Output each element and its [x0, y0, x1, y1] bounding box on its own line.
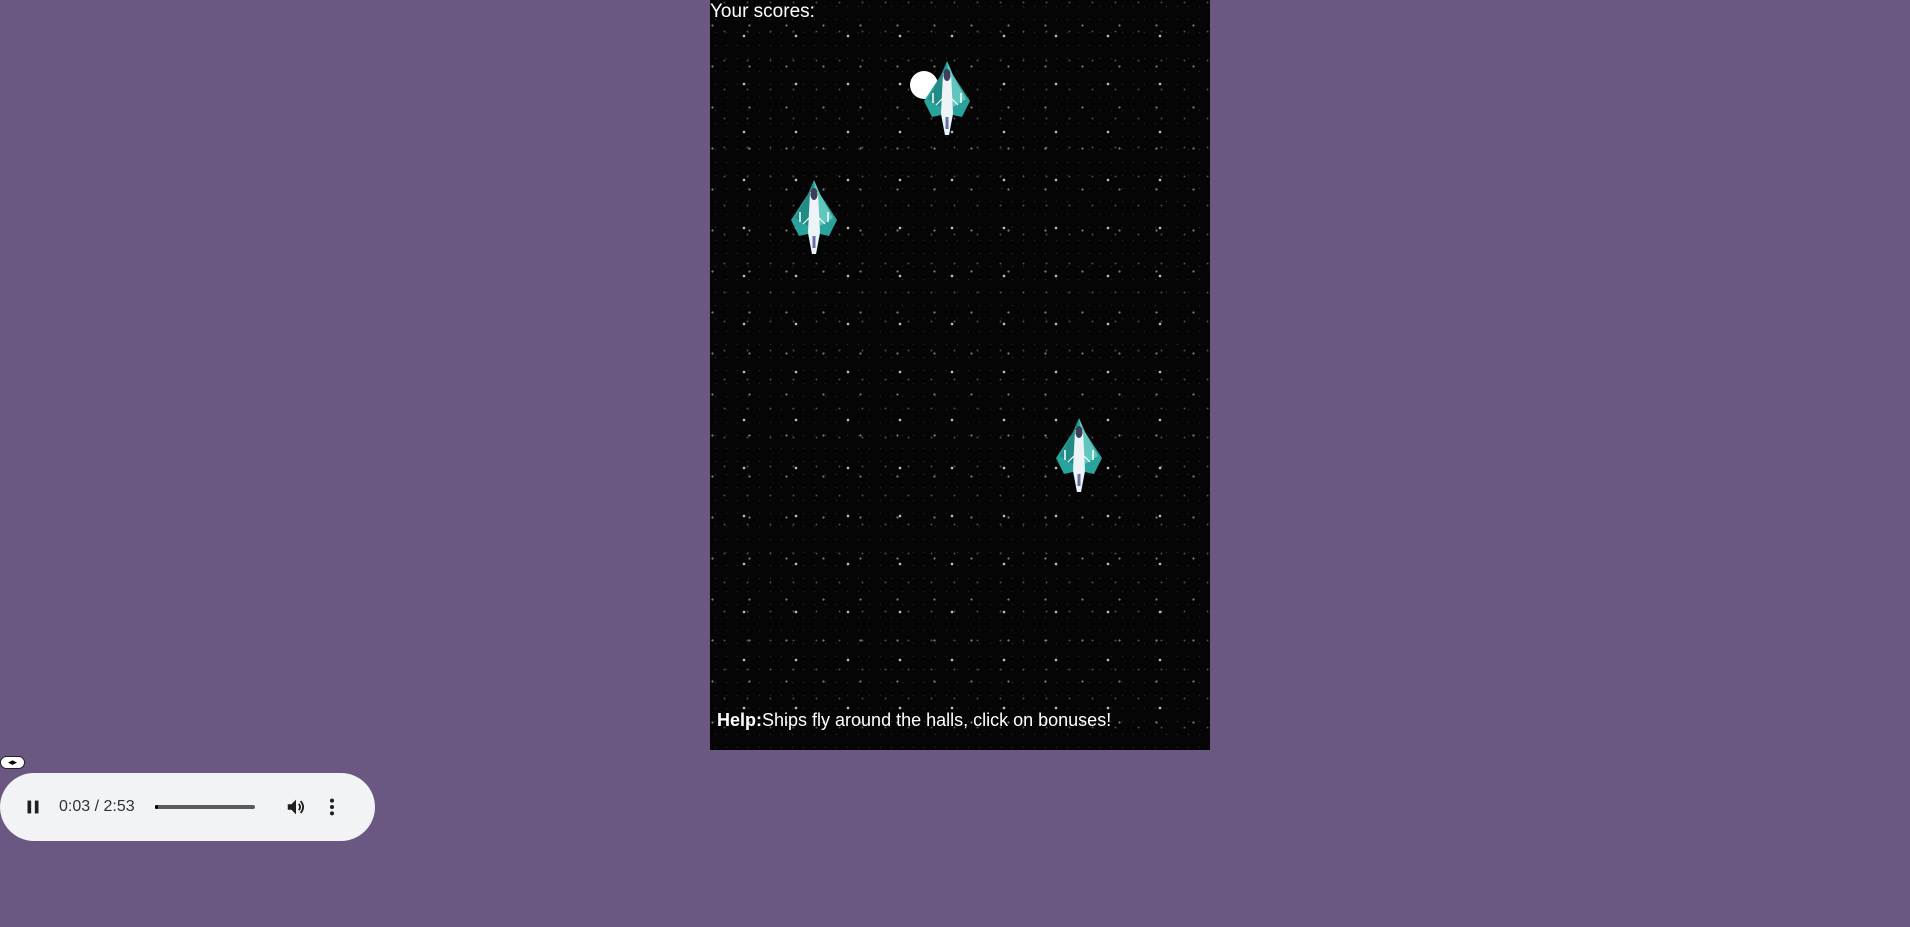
- progress-slider[interactable]: [154, 805, 255, 809]
- spaceship-icon[interactable]: [789, 178, 839, 256]
- more-options-button[interactable]: [321, 796, 343, 818]
- progress-fill: [154, 805, 158, 809]
- volume-button[interactable]: [285, 796, 307, 818]
- score-label: Your scores:: [710, 1, 815, 22]
- game-area[interactable]: Your scores: Help:Ships fly around the h…: [710, 0, 1210, 750]
- pause-icon: [27, 800, 39, 814]
- help-text: Help:Ships fly around the halls, click o…: [717, 710, 1111, 730]
- drag-handle-icon[interactable]: ◂▸: [0, 756, 25, 769]
- audio-player: 0:03 / 2:53: [0, 773, 375, 841]
- pause-button[interactable]: [22, 796, 44, 818]
- spaceship-icon[interactable]: [922, 59, 972, 137]
- spaceship-icon[interactable]: [1054, 416, 1104, 494]
- help-message: Ships fly around the halls, click on bon…: [762, 710, 1112, 730]
- volume-icon: [287, 799, 304, 815]
- time-display: 0:03 / 2:53: [59, 798, 135, 815]
- help-label: Help:: [717, 710, 762, 730]
- more-vert-icon: [329, 798, 334, 816]
